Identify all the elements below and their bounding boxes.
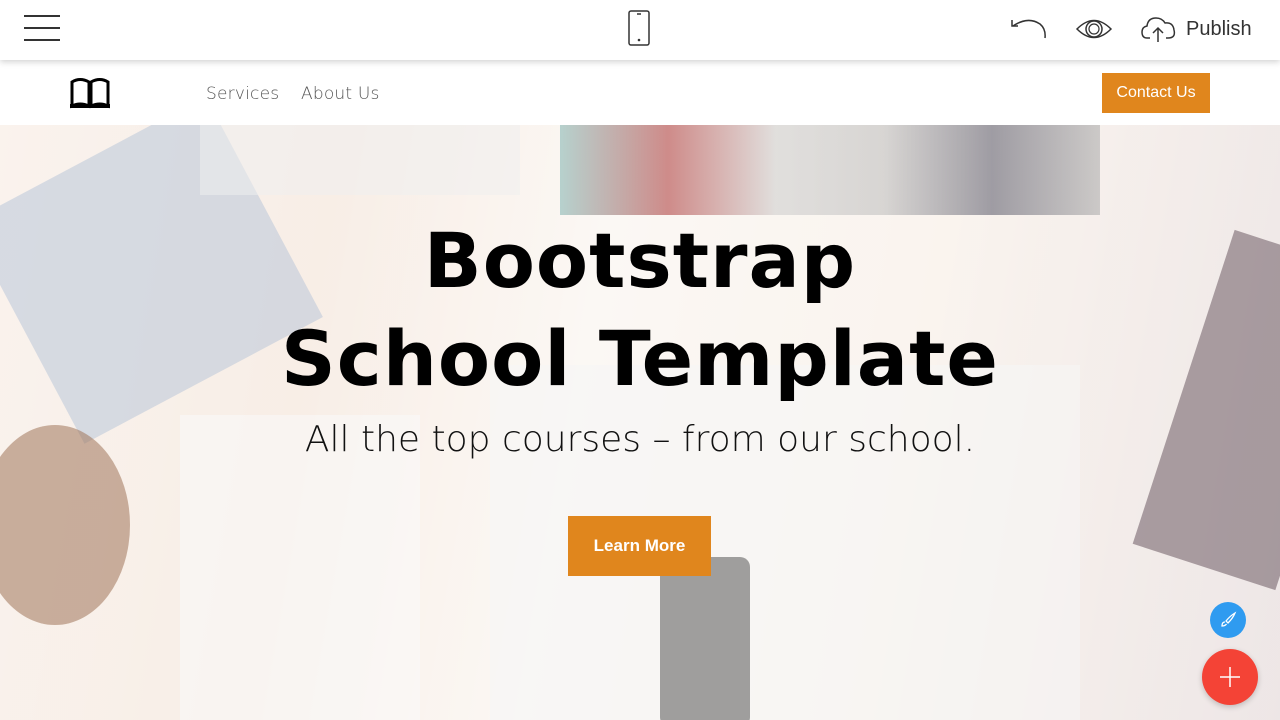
publish-button[interactable]: Publish [1140,10,1252,48]
background-notebook [180,415,420,720]
background-books [560,125,1100,215]
hamburger-menu-icon[interactable] [24,14,60,42]
publish-label: Publish [1186,17,1252,40]
paint-brush-button[interactable] [1210,602,1246,638]
nav-link-services[interactable]: Services [206,84,279,104]
undo-icon[interactable] [1008,14,1048,42]
learn-more-button[interactable]: Learn More [568,516,711,576]
background-phone [660,557,750,720]
hero-title-line2: School Template [281,314,999,403]
hero-section: Bootstrap School Template All the top co… [0,125,1280,720]
mobile-phone-icon[interactable] [628,10,650,46]
eye-icon[interactable] [1075,14,1113,44]
hero-subtitle: All the top courses – from our school. [304,419,976,460]
cloud-upload-icon [1141,17,1176,42]
paint-brush-icon [1221,611,1237,627]
plus-icon [1220,667,1240,687]
add-block-button[interactable] [1202,649,1258,705]
background-keyboard [200,125,520,195]
contact-us-button[interactable]: Contact Us [1102,73,1210,113]
editor-toolbar: Publish [0,0,1280,60]
site-navbar: Services About Us Contact Us [0,62,1280,125]
nav-link-about-us[interactable]: About Us [301,84,380,104]
open-book-icon[interactable] [68,76,112,110]
hero-title-line1: Bootstrap [423,216,857,305]
